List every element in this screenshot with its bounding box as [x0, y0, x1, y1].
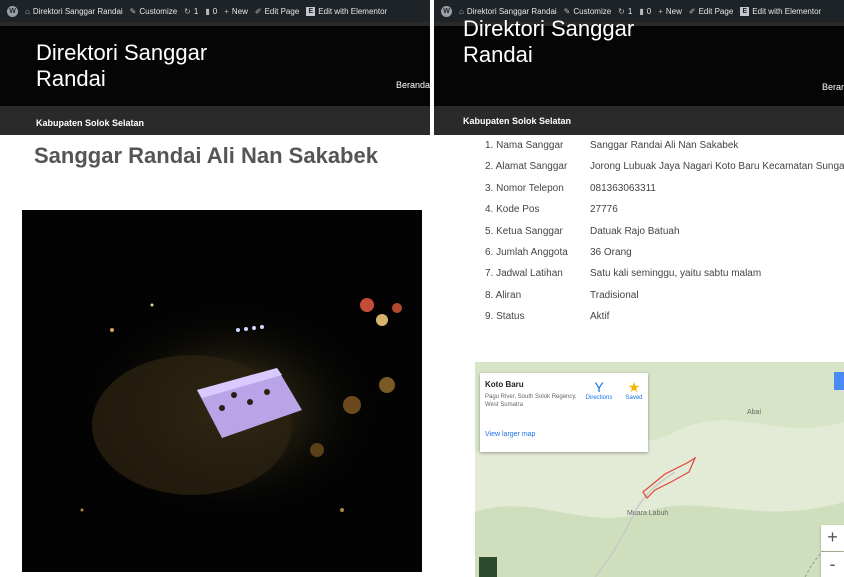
view-larger-map-link[interactable]: View larger map: [485, 431, 535, 438]
detail-value: Datuak Rajo Batuah: [590, 225, 680, 237]
admin-bar-edit-elementor[interactable]: E Edit with Elementor: [306, 6, 387, 16]
detail-row: 5. Ketua Sanggar Datuak Rajo Batuah: [485, 226, 844, 240]
site-tagline: Kabupaten Solok Selatan: [463, 116, 572, 126]
map-address: Pagu River, South Solok Regency, West Su…: [485, 394, 577, 408]
map-info-card: Koto Baru Pagu River, South Solok Regenc…: [480, 373, 648, 452]
admin-bar: W ⌂ Direktori Sanggar Randai ✎ Customize ↻…: [0, 0, 430, 22]
detail-value: Aktif: [590, 311, 610, 323]
admin-bar-comments[interactable]: ▮ 0: [205, 7, 217, 16]
wordpress-menu[interactable]: W: [441, 5, 452, 17]
map-place-name: Koto Baru: [485, 380, 524, 389]
wordpress-logo-icon: W: [7, 5, 18, 17]
admin-bar-customize[interactable]: ✎ Customize: [564, 7, 612, 16]
updates-icon: ↻: [184, 6, 191, 16]
nav-item-beranda[interactable]: Beranda: [396, 80, 430, 90]
map-zoom-in-button[interactable]: +: [821, 525, 844, 551]
map-saved-button[interactable]: ★ Saved: [619, 379, 649, 401]
detail-value: 27776: [590, 204, 618, 216]
admin-bar-edit-page[interactable]: ✐ Edit Page: [255, 7, 299, 16]
map-zoom-out-button[interactable]: -: [821, 552, 844, 577]
brush-icon: ✎: [563, 6, 571, 16]
detail-label: 3. Nomor Telepon: [485, 182, 564, 194]
detail-value: 081363063311: [590, 182, 656, 194]
map-label-muara-labuh: Muara Labuh: [627, 510, 669, 517]
detail-value: 36 Orang: [590, 247, 632, 258]
site-tagline: Kabupaten Solok Selatan: [36, 118, 145, 128]
site-header: Direktori Sanggar Randai Beranda Kabupat…: [0, 22, 430, 135]
detail-label: 5. Ketua Sanggar: [485, 225, 563, 237]
plus-icon: +: [658, 6, 663, 16]
detail-value: Tradisional: [590, 289, 639, 301]
map-directions-button[interactable]: Y Directions: [584, 379, 614, 401]
detail-row: 6. Jumlah Anggota 36 Orang: [485, 247, 844, 261]
left-screenshot-panel: W ⌂ Direktori Sanggar Randai ✎ Customize ↻…: [0, 0, 430, 577]
admin-bar-customize[interactable]: ✎ Customize: [130, 7, 178, 16]
star-icon: ★: [627, 379, 641, 395]
admin-bar-site-link[interactable]: ⌂ Direktori Sanggar Randai: [459, 7, 557, 16]
admin-bar-new[interactable]: + New: [658, 7, 682, 16]
detail-label: 1. Nama Sanggar: [485, 140, 564, 151]
admin-bar-comments[interactable]: ▮ 0: [639, 7, 651, 16]
detail-row: 3. Nomor Telepon 081363063311: [485, 183, 844, 197]
wordpress-logo-icon: W: [441, 5, 452, 17]
elementor-icon: E: [740, 6, 750, 16]
site-title[interactable]: Direktori Sanggar Randai: [463, 16, 634, 68]
detail-row: 4. Kode Pos 27776: [485, 204, 844, 218]
plus-icon: +: [224, 6, 229, 16]
detail-label: 9. Status: [485, 311, 525, 323]
updates-icon: ↻: [618, 6, 625, 16]
detail-row: 2. Alamat Sanggar Jorong Lubuak Jaya Naga…: [485, 161, 844, 175]
dashboard-icon: ⌂: [459, 6, 464, 16]
detail-row: 8. Aliran Tradisional: [485, 290, 844, 304]
wordpress-menu[interactable]: W: [7, 5, 18, 17]
admin-bar-edit-elementor[interactable]: E Edit with Elementor: [740, 6, 821, 16]
admin-bar-updates[interactable]: ↻ 1: [184, 7, 198, 16]
admin-bar-updates[interactable]: ↻ 1: [618, 7, 632, 16]
page-title: Sanggar Randai Ali Nan Sakabek: [34, 143, 378, 168]
detail-row: 1. Nama Sanggar Sanggar Randai Ali Nan Sa…: [485, 140, 844, 154]
comment-icon: ▮: [639, 6, 644, 16]
detail-row: 9. Status Aktif: [485, 311, 844, 325]
detail-label: 4. Kode Pos: [485, 204, 540, 216]
detail-label: 7. Jadwal Latihan: [485, 268, 563, 280]
nav-item-beranda[interactable]: Beranc: [822, 82, 844, 92]
detail-row: 7. Jadwal Latihan Satu kali seminggu, yai…: [485, 268, 844, 282]
detail-value: Jorong Lubuak Jaya Nagari Koto Baru Keca…: [590, 161, 844, 173]
embedded-google-map[interactable]: Koto Baru Pagu River, South Solok Regenc…: [475, 362, 844, 577]
detail-value: Sanggar Randai Ali Nan Sakabek: [590, 140, 739, 151]
pencil-icon: ✐: [254, 6, 262, 16]
map-label-abai: Abai: [747, 409, 762, 416]
site-title[interactable]: Direktori Sanggar Randai: [36, 40, 207, 92]
comment-icon: ▮: [205, 6, 210, 16]
night-stage-aerial-photo: [22, 210, 422, 572]
directions-icon: Y: [594, 379, 604, 395]
dashboard-icon: ⌂: [25, 6, 30, 16]
admin-bar-new[interactable]: + New: [224, 7, 248, 16]
detail-label: 8. Aliran: [485, 289, 522, 301]
admin-bar-site-link[interactable]: ⌂ Direktori Sanggar Randai: [25, 7, 123, 16]
pencil-icon: ✐: [688, 6, 696, 16]
detail-label: 6. Jumlah Anggota: [485, 247, 568, 258]
site-header: Direktori Sanggar Randai Beranc Kabupate…: [434, 16, 844, 135]
elementor-icon: E: [306, 6, 316, 16]
brush-icon: ✎: [129, 6, 137, 16]
admin-bar-edit-page[interactable]: ✐ Edit Page: [689, 7, 733, 16]
performance-photo: [22, 210, 422, 572]
detail-value: Satu kali seminggu, yaitu sabtu malam: [590, 268, 762, 280]
detail-label: 2. Alamat Sanggar: [485, 161, 568, 173]
